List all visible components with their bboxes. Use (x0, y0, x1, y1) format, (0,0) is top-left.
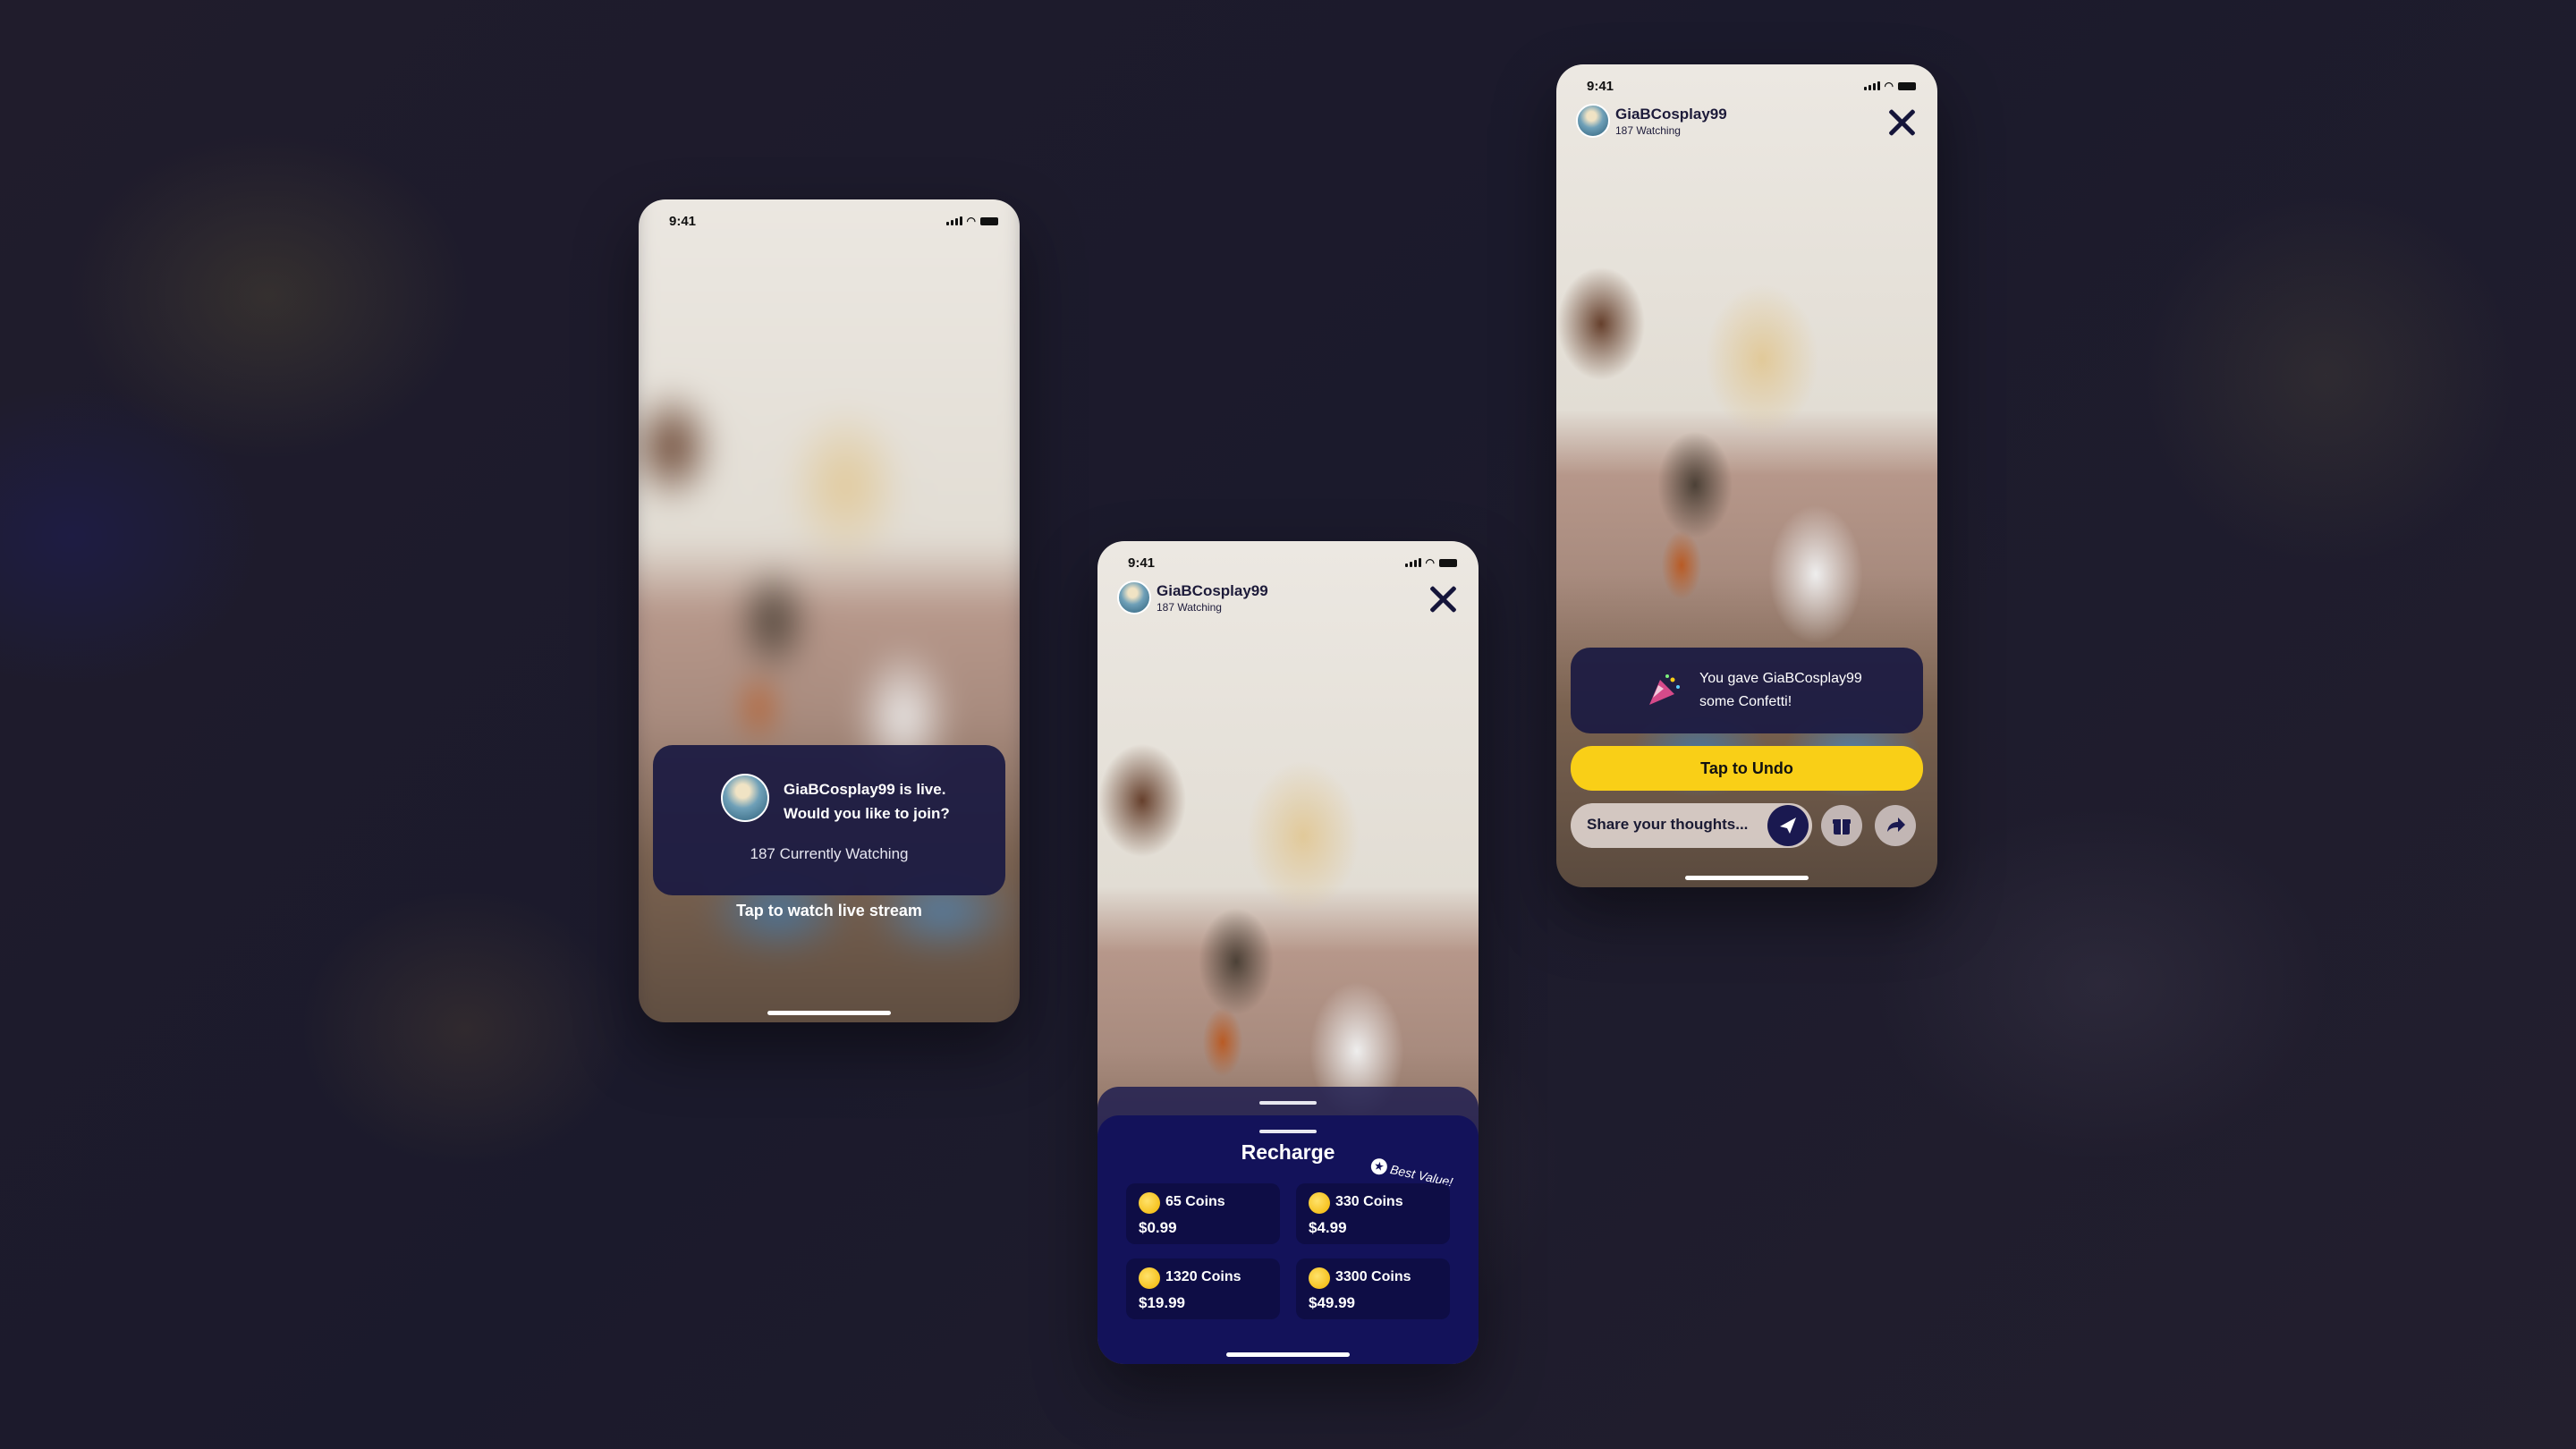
join-live-card[interactable]: GiaBCosplay99 is live. Would you like to… (653, 745, 1005, 895)
signal-icon (1863, 81, 1880, 90)
gift-button[interactable] (1821, 805, 1862, 846)
wifi-icon: ◠ (966, 215, 976, 227)
signal-icon (945, 216, 962, 225)
chat-placeholder: Share your thoughts... (1587, 816, 1749, 833)
blurred-stream-preview (639, 199, 1020, 1022)
chat-bar: Share your thoughts... (1571, 803, 1923, 848)
status-time: 9:41 (1587, 78, 1614, 94)
streamer-header[interactable]: GiaBCosplay99 187 Watching (1117, 580, 1268, 614)
sheet-handle[interactable] (1259, 1130, 1317, 1133)
status-bar: 9:41 ◠ (1128, 554, 1457, 572)
join-message-line2: Would you like to join? (784, 805, 950, 822)
package-coins: 65 Coins (1165, 1194, 1225, 1209)
phone-join-screen: 9:41 ◠ GiaBCosplay99 is live. Would you … (639, 199, 1020, 1022)
sheet-handle[interactable] (1259, 1101, 1317, 1105)
package-coins: 1320 Coins (1165, 1269, 1241, 1284)
coin-package-65[interactable]: 65 Coins $0.99 (1126, 1183, 1280, 1244)
recharge-title: Recharge (1241, 1140, 1335, 1164)
wifi-icon: ◠ (1425, 556, 1435, 569)
coin-icon (1139, 1267, 1160, 1289)
coin-package-330[interactable]: 330 Coins $4.99 (1296, 1183, 1450, 1244)
signal-icon (1404, 558, 1421, 567)
battery-icon (980, 216, 998, 225)
streamer-watching: 187 Watching (1615, 123, 1681, 137)
confetti-icon (1649, 674, 1680, 705)
streamer-header[interactable]: GiaBCosplay99 187 Watching (1576, 104, 1727, 138)
gift-toast-line2: some Confetti! (1699, 694, 1792, 709)
gift-icon (1833, 819, 1851, 835)
watching-count: 187 Currently Watching (750, 845, 909, 862)
streamer-avatar (721, 774, 769, 822)
coin-icon (1309, 1267, 1330, 1289)
share-icon (1887, 818, 1905, 832)
home-indicator (1226, 1352, 1350, 1357)
coin-package-3300[interactable]: 3300 Coins $49.99 (1296, 1258, 1450, 1319)
battery-icon (1898, 81, 1916, 90)
watch-live-link[interactable]: Tap to watch live stream (639, 902, 1020, 920)
streamer-watching: 187 Watching (1157, 600, 1222, 614)
undo-button[interactable]: Tap to Undo (1571, 746, 1923, 791)
streamer-name: GiaBCosplay99 (1157, 581, 1268, 599)
coin-package-1320[interactable]: 1320 Coins $19.99 (1126, 1258, 1280, 1319)
send-icon (1780, 818, 1796, 834)
gift-toast-line1: You gave GiaBCosplay99 (1699, 671, 1862, 686)
share-button[interactable] (1875, 805, 1916, 846)
package-coins: 330 Coins (1335, 1194, 1403, 1209)
streamer-avatar (1576, 104, 1610, 138)
gift-confirmation-toast: You gave GiaBCosplay99 some Confetti! (1571, 648, 1923, 733)
home-indicator (767, 1011, 891, 1015)
package-price: $0.99 (1139, 1219, 1177, 1236)
coin-icon (1139, 1192, 1160, 1214)
close-icon[interactable] (1885, 106, 1918, 138)
package-price: $19.99 (1139, 1294, 1185, 1311)
phone-gift-screen: 9:41 ◠ GiaBCosplay99 187 Watching You ga… (1556, 64, 1937, 887)
phone-recharge-screen: 9:41 ◠ GiaBCosplay99 187 Watching Rechar… (1097, 541, 1479, 1364)
close-icon[interactable] (1427, 582, 1459, 614)
streamer-avatar (1117, 580, 1151, 614)
status-bar: 9:41 ◠ (1587, 77, 1916, 95)
status-time: 9:41 (1128, 555, 1156, 571)
battery-icon (1439, 558, 1457, 567)
status-bar: 9:41 ◠ (669, 212, 998, 230)
recharge-sheet: Recharge ★ Best Value! 65 Coins $0.99 33… (1097, 1115, 1479, 1364)
streamer-name: GiaBCosplay99 (1615, 105, 1727, 123)
wifi-icon: ◠ (1884, 80, 1894, 92)
package-price: $49.99 (1309, 1294, 1355, 1311)
package-coins: 3300 Coins (1335, 1269, 1411, 1284)
join-message-line1: GiaBCosplay99 is live. (784, 781, 946, 798)
home-indicator (1685, 876, 1809, 880)
coin-icon (1309, 1192, 1330, 1214)
star-icon: ★ (1369, 1157, 1389, 1176)
send-button[interactable] (1767, 805, 1809, 846)
status-time: 9:41 (669, 213, 697, 229)
package-price: $4.99 (1309, 1219, 1347, 1236)
